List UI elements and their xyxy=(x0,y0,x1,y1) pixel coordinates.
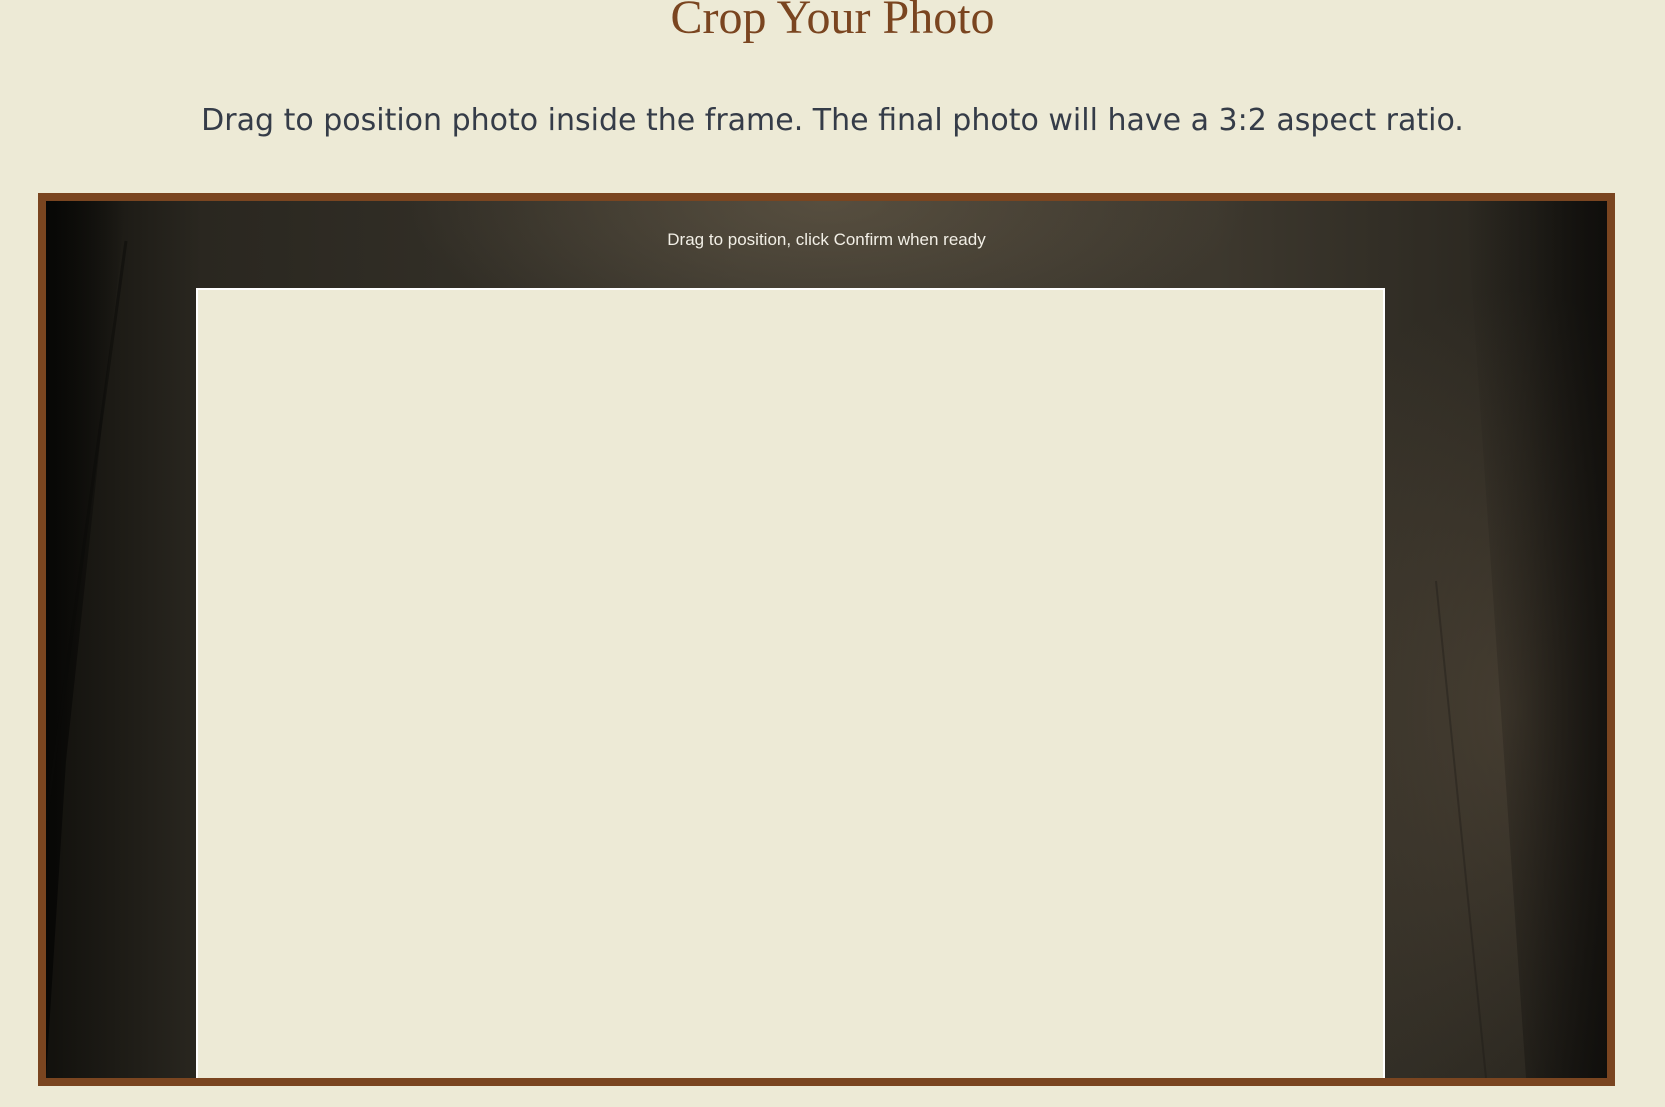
photo-shadow-right xyxy=(1466,201,1607,1078)
page-title: Crop Your Photo xyxy=(670,0,995,44)
photo-edge-line-right xyxy=(1435,580,1487,1078)
crop-selection-box[interactable] xyxy=(196,288,1385,1078)
crop-instructions: Drag to position photo inside the frame.… xyxy=(201,103,1464,138)
crop-hint: Drag to position, click Confirm when rea… xyxy=(667,230,986,249)
crop-frame[interactable]: Drag to position, click Confirm when rea… xyxy=(38,193,1615,1086)
